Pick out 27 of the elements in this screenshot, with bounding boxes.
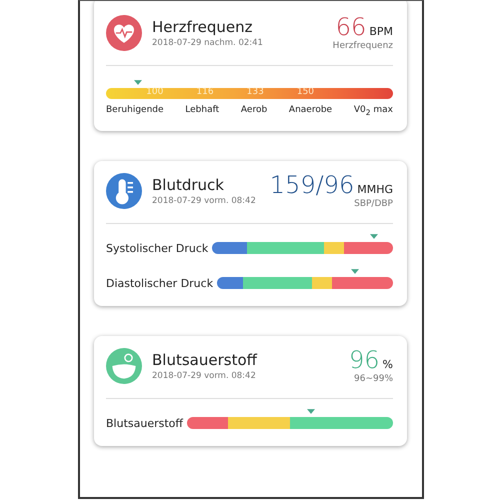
unit-label: MMHG	[357, 182, 393, 196]
card-title: Blutdruck	[152, 176, 225, 194]
zone-threshold: 100	[146, 87, 164, 97]
zone-threshold: 150	[296, 87, 314, 97]
zone-threshold: 116	[196, 87, 214, 97]
unit-label: BPM	[369, 25, 393, 38]
timestamp: 2018-07-29 nachm. 02:41	[152, 38, 264, 48]
zone-label: V0$_{2}$ max	[354, 105, 393, 117]
timestamp: 2018-07-29 vorm. 08:42	[152, 196, 257, 206]
zone-label: Beruhigende	[106, 105, 164, 117]
reading-caption: 96~99%	[354, 374, 393, 384]
zone-label: Anaerobe	[288, 105, 332, 117]
range-label: Diastolischer Druck	[106, 276, 214, 290]
range-label: Blutsauerstoff	[106, 416, 183, 430]
reading-value: 159/96	[270, 172, 354, 197]
reading-caption: Herzfrequenz	[332, 41, 393, 51]
unit-label: %	[382, 358, 393, 371]
reading-value: 96	[349, 348, 380, 372]
reading-value: 66	[336, 15, 366, 39]
timestamp: 2018-07-29 vorm. 08:42	[152, 370, 257, 381]
card-title: Herzfrequenz	[152, 18, 254, 36]
zone-label: Aerob	[240, 105, 268, 117]
zone-label: Lebhaft	[185, 105, 220, 117]
card-title: Blutsauerstoff	[152, 350, 258, 369]
range-label: Systolischer Druck	[106, 242, 208, 255]
reading-caption: SBP/DBP	[354, 198, 393, 209]
zone-threshold: 133	[246, 87, 264, 97]
